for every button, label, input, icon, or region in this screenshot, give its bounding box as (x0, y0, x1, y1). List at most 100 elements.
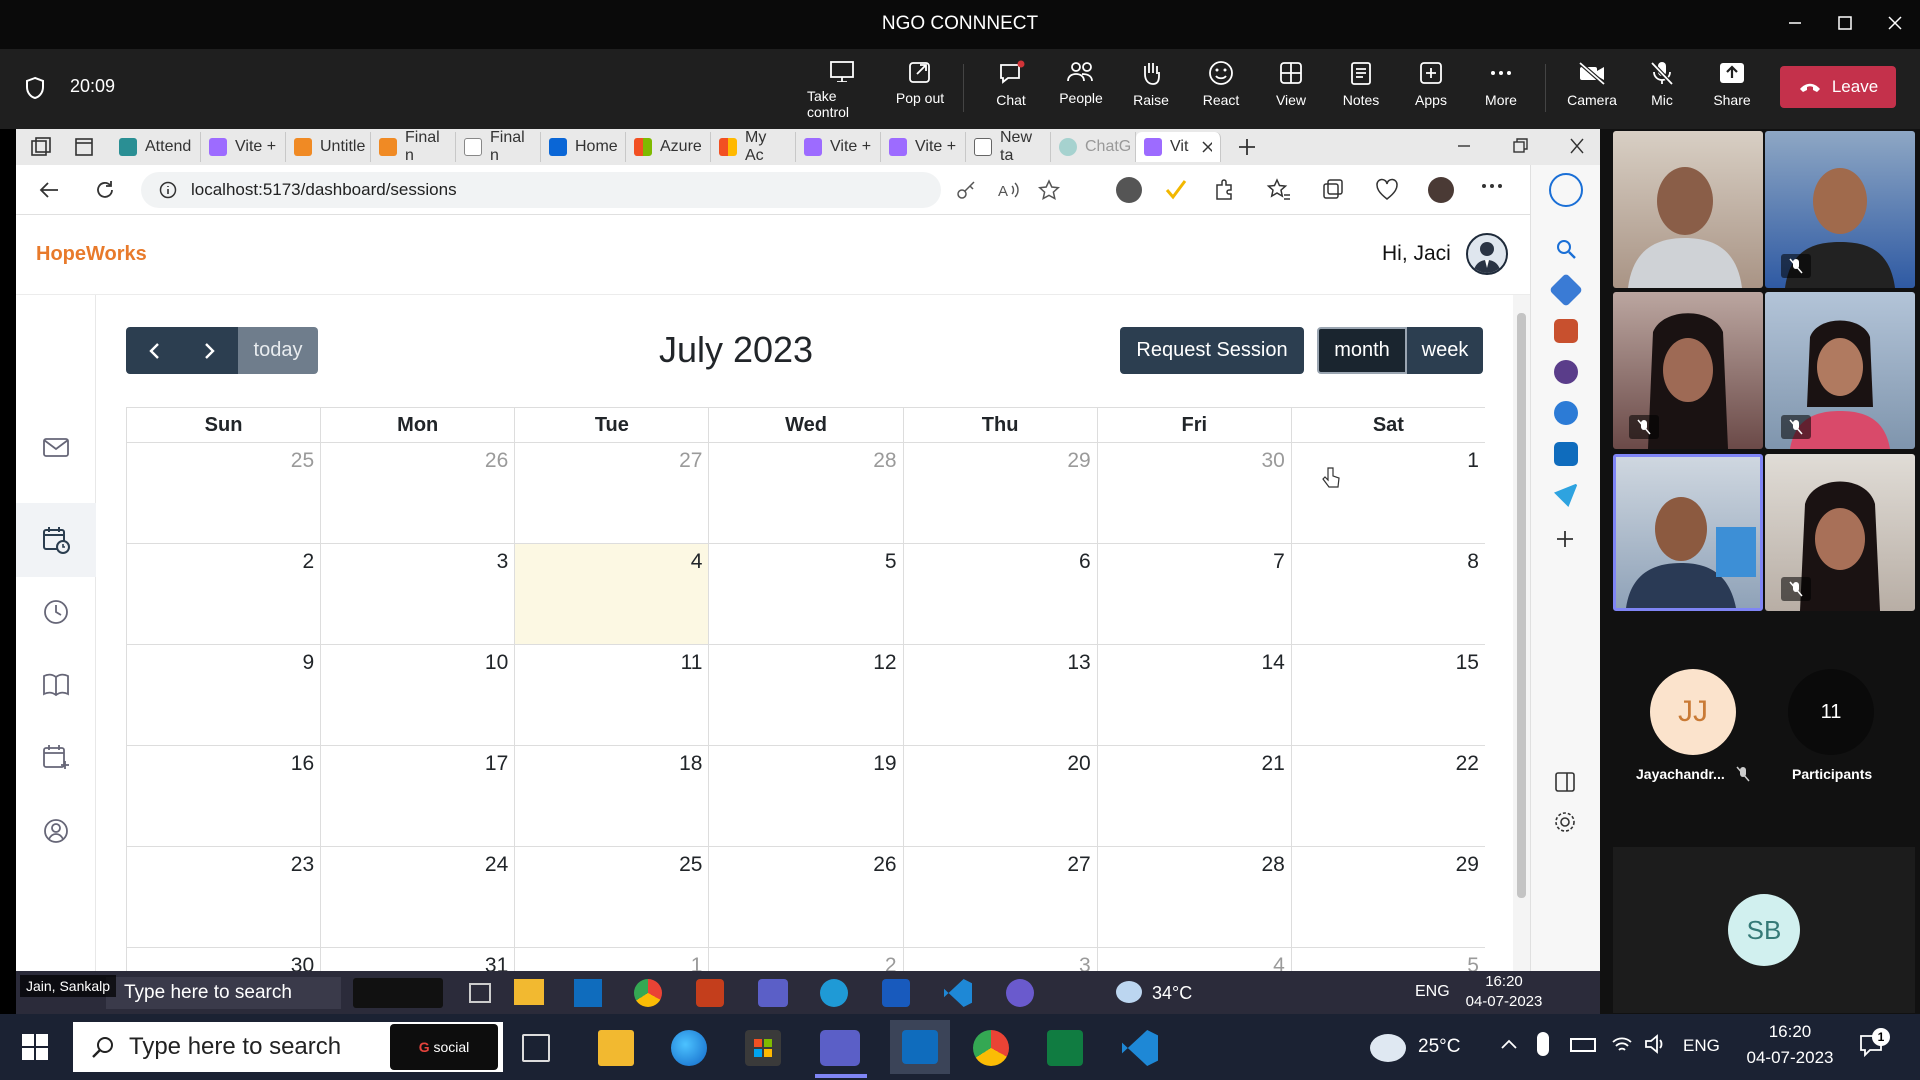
next-month-button[interactable] (182, 327, 238, 374)
browser-tab[interactable]: New ta (966, 129, 1051, 164)
edge-icon[interactable] (671, 1030, 707, 1066)
browser-tab-active[interactable]: Vit (1136, 132, 1221, 162)
calendar-day-cell[interactable]: 28 (1096, 846, 1291, 947)
send-icon[interactable] (1554, 483, 1578, 507)
start-button[interactable] (22, 1034, 48, 1060)
prev-month-button[interactable] (126, 327, 182, 374)
show-hidden-icons-button[interactable] (1500, 1038, 1518, 1050)
vscode-icon[interactable] (944, 979, 972, 1007)
participant-avatar-jj[interactable]: JJ (1650, 669, 1736, 755)
participant-video-tile[interactable] (1765, 131, 1915, 288)
browser-restore-button[interactable] (1512, 137, 1528, 155)
wifi-icon[interactable] (1610, 1032, 1634, 1056)
minimize-window-button[interactable] (1772, 0, 1818, 46)
nav-profile[interactable] (41, 816, 71, 846)
calendar-day-cell[interactable]: 16 (126, 745, 321, 846)
participant-video-tile[interactable] (1613, 131, 1763, 288)
clock-date[interactable]: 04-07-2023 (1735, 1048, 1845, 1068)
calendar-day-cell[interactable]: 20 (902, 745, 1097, 846)
request-session-button[interactable]: Request Session (1120, 327, 1304, 374)
calendar-day-cell[interactable]: 7 (1096, 543, 1291, 644)
inner-search-box[interactable]: Type here to search (106, 977, 341, 1009)
calendar-day-cell[interactable]: 6 (902, 543, 1097, 644)
collections-icon[interactable] (1320, 177, 1346, 203)
tools-icon[interactable] (1554, 319, 1578, 343)
browser-close-button[interactable] (1569, 137, 1585, 155)
browser-tab[interactable]: Attend (111, 132, 201, 162)
page-scrollbar[interactable] (1513, 295, 1530, 1014)
tab-actions-icon[interactable] (74, 137, 94, 157)
leave-button[interactable]: Leave (1780, 66, 1896, 108)
calendar-day-cell[interactable]: 29 (1290, 846, 1485, 947)
participant-video-tile[interactable] (1613, 292, 1763, 449)
new-tab-button[interactable] (1236, 136, 1258, 158)
file-explorer-icon[interactable] (514, 979, 544, 1005)
share-button[interactable]: Share (1697, 60, 1767, 120)
word-icon[interactable] (882, 979, 910, 1007)
month-view-button[interactable]: month (1317, 327, 1407, 374)
teams-icon[interactable] (820, 1030, 860, 1066)
calendar-day-cell[interactable]: 5 (708, 543, 903, 644)
favorites-icon[interactable] (1266, 177, 1292, 203)
microsoft-store-icon[interactable] (745, 1030, 781, 1066)
edge-icon[interactable] (820, 979, 848, 1007)
calendar-day-cell[interactable]: 10 (320, 644, 515, 745)
nav-history[interactable] (41, 597, 71, 627)
scrollbar-thumb[interactable] (1517, 313, 1526, 898)
browser-minimize-button[interactable] (1456, 137, 1472, 155)
nav-sessions[interactable] (41, 525, 71, 555)
volume-icon[interactable] (1643, 1032, 1667, 1056)
sidebar-settings-button[interactable] (1553, 810, 1577, 834)
browser-tab[interactable]: ChatG (1051, 132, 1136, 162)
calendar-day-cell[interactable]: 13 (902, 644, 1097, 745)
bing-chat-icon[interactable] (1549, 173, 1583, 207)
calendar-day-cell[interactable]: 15 (1290, 644, 1485, 745)
calendar-day-cell[interactable]: 26 (708, 846, 903, 947)
workspaces-icon[interactable] (30, 137, 52, 157)
extension-icon[interactable] (1116, 177, 1142, 203)
browser-tab[interactable]: My Ac (711, 129, 796, 164)
calendar-day-cell[interactable]: 17 (320, 745, 515, 846)
calendar-day-cell[interactable]: 22 (1290, 745, 1485, 846)
check-extension-icon[interactable] (1163, 177, 1189, 203)
outlook-icon[interactable] (574, 979, 602, 1007)
browser-tab[interactable]: Untitle (286, 132, 371, 162)
powerpoint-icon[interactable] (696, 979, 724, 1007)
people-button[interactable]: People (1046, 60, 1116, 120)
browser-tab[interactable]: Final n (371, 129, 456, 164)
add-sidebar-app-button[interactable] (1553, 527, 1577, 551)
language-indicator[interactable]: ENG (1683, 1036, 1720, 1056)
calendar-day-cell[interactable]: 25 (514, 846, 709, 947)
participant-video-tile-active[interactable] (1613, 454, 1763, 611)
participant-count-button[interactable]: 11 (1788, 669, 1874, 755)
calendar-day-cell[interactable]: 25 (126, 442, 321, 543)
profile-avatar[interactable] (1428, 177, 1454, 203)
user-avatar[interactable] (1466, 233, 1508, 275)
extensions-puzzle-icon[interactable] (1212, 177, 1238, 203)
close-window-button[interactable] (1872, 0, 1918, 46)
calendar-day-cell[interactable]: 29 (902, 442, 1097, 543)
browser-tab[interactable]: Vite + (796, 132, 881, 162)
browser-tab[interactable]: Vite + (201, 132, 286, 162)
browser-tab[interactable]: Azure (626, 132, 711, 162)
notification-center-button[interactable]: 1 (1858, 1028, 1890, 1058)
task-view-icon[interactable] (522, 1034, 550, 1062)
calendar-day-cell[interactable]: 18 (514, 745, 709, 846)
calendar-day-cell[interactable]: 19 (708, 745, 903, 846)
games-icon[interactable] (1554, 360, 1578, 384)
calendar-day-cell[interactable]: 1 (1290, 442, 1485, 543)
microsoft-365-icon[interactable] (1554, 401, 1578, 425)
outlook-taskbar-button[interactable] (890, 1020, 950, 1074)
more-button[interactable]: More (1466, 60, 1536, 120)
calendar-day-cell[interactable]: 21 (1096, 745, 1291, 846)
calendar-day-cell[interactable]: 14 (1096, 644, 1291, 745)
calendar-day-cell[interactable]: 8 (1290, 543, 1485, 644)
browser-menu-button[interactable] (1481, 181, 1503, 191)
inner-social-widget[interactable] (353, 978, 443, 1008)
hide-sidebar-button[interactable] (1553, 770, 1577, 794)
calendar-day-cell[interactable]: 23 (126, 846, 321, 947)
task-view-icon[interactable] (469, 983, 491, 1003)
clock-time[interactable]: 16:20 (1735, 1022, 1845, 1042)
calendar-day-cell[interactable]: 26 (320, 442, 515, 543)
browser-essentials-icon[interactable] (1374, 177, 1400, 203)
